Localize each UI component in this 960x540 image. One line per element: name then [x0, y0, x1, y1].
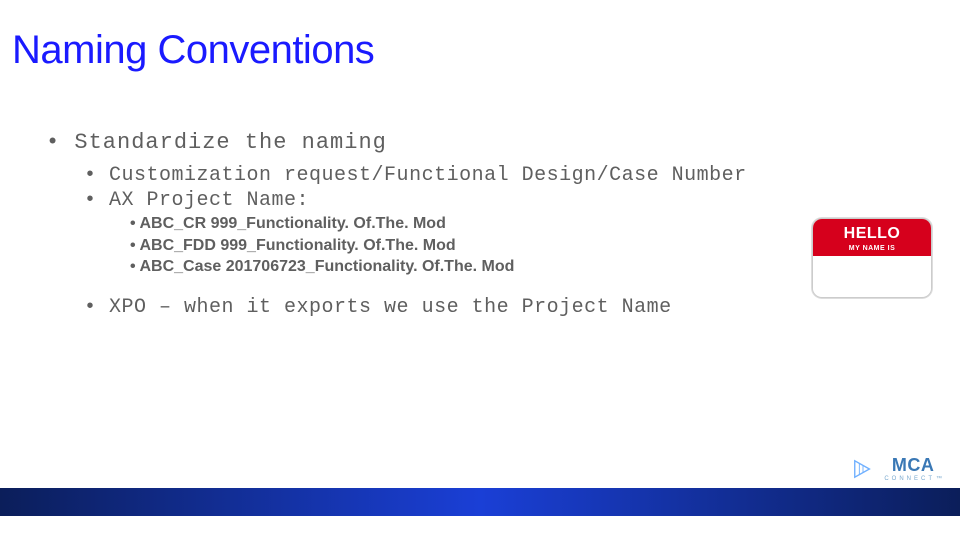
play-triangle-icon [852, 458, 874, 480]
mca-logo-text: MCA [884, 456, 942, 474]
text-standardize: Standardize the naming [74, 130, 386, 155]
bullet-level2: XPO – when it exports we use the Project… [84, 296, 940, 319]
mca-logo: MCA CONNECT [884, 456, 942, 482]
bullet-level2: Customization request/Functional Design/… [84, 163, 940, 188]
bullet-level1: Standardize the naming [46, 130, 940, 155]
hello-nametag-graphic: HELLO MY NAME IS [812, 218, 932, 298]
text-customization: Customization request/Functional Design/… [109, 164, 747, 187]
nametag-blank-area [813, 256, 931, 296]
footer-bar [0, 488, 960, 516]
mca-logo-subtext: CONNECT [884, 476, 942, 482]
example-2: ABC_FDD 999_Functionality. Of.The. Mod [139, 237, 455, 254]
text-xpo: XPO – when it exports we use the Project… [109, 296, 672, 319]
nametag-hello-text: HELLO [817, 225, 927, 243]
slide-title: Naming Conventions [12, 28, 374, 73]
nametag-sub-text: MY NAME IS [817, 245, 927, 252]
text-ax-project: AX Project Name: [109, 189, 309, 212]
example-1: ABC_CR 999_Functionality. Of.The. Mod [139, 215, 445, 232]
nametag-header: HELLO MY NAME IS [813, 219, 931, 256]
slide-content: Standardize the naming Customization req… [46, 130, 940, 319]
slide: Naming Conventions Standardize the namin… [0, 0, 960, 540]
footer-logo: MCA CONNECT [852, 456, 942, 482]
bullet-level2: AX Project Name: [84, 188, 940, 213]
example-3: ABC_Case 201706723_Functionality. Of.The… [139, 258, 514, 275]
